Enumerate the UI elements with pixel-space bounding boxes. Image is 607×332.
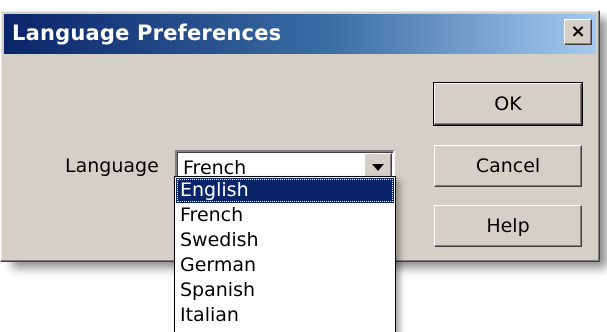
dropdown-option-english[interactable]: English — [176, 178, 394, 203]
title-bar[interactable]: Language Preferences × — [4, 14, 596, 54]
dropdown-option-spanish[interactable]: Spanish — [176, 278, 394, 303]
language-label: Language — [65, 155, 159, 177]
dropdown-option-french[interactable]: French — [176, 203, 394, 228]
window-title: Language Preferences — [12, 21, 282, 45]
screen: Language Preferences × Language French O… — [0, 0, 607, 332]
cancel-button[interactable]: Cancel — [434, 145, 582, 187]
dropdown-option-italian[interactable]: Italian — [176, 303, 394, 328]
ok-button[interactable]: OK — [433, 82, 583, 126]
close-button[interactable]: × — [564, 19, 592, 45]
dropdown-option-german[interactable]: German — [176, 253, 394, 278]
language-dropdown-list[interactable]: English French Swedish German Spanish It… — [174, 176, 396, 332]
close-icon: × — [570, 21, 586, 42]
dropdown-option-swedish[interactable]: Swedish — [176, 228, 394, 253]
help-button[interactable]: Help — [434, 205, 582, 247]
